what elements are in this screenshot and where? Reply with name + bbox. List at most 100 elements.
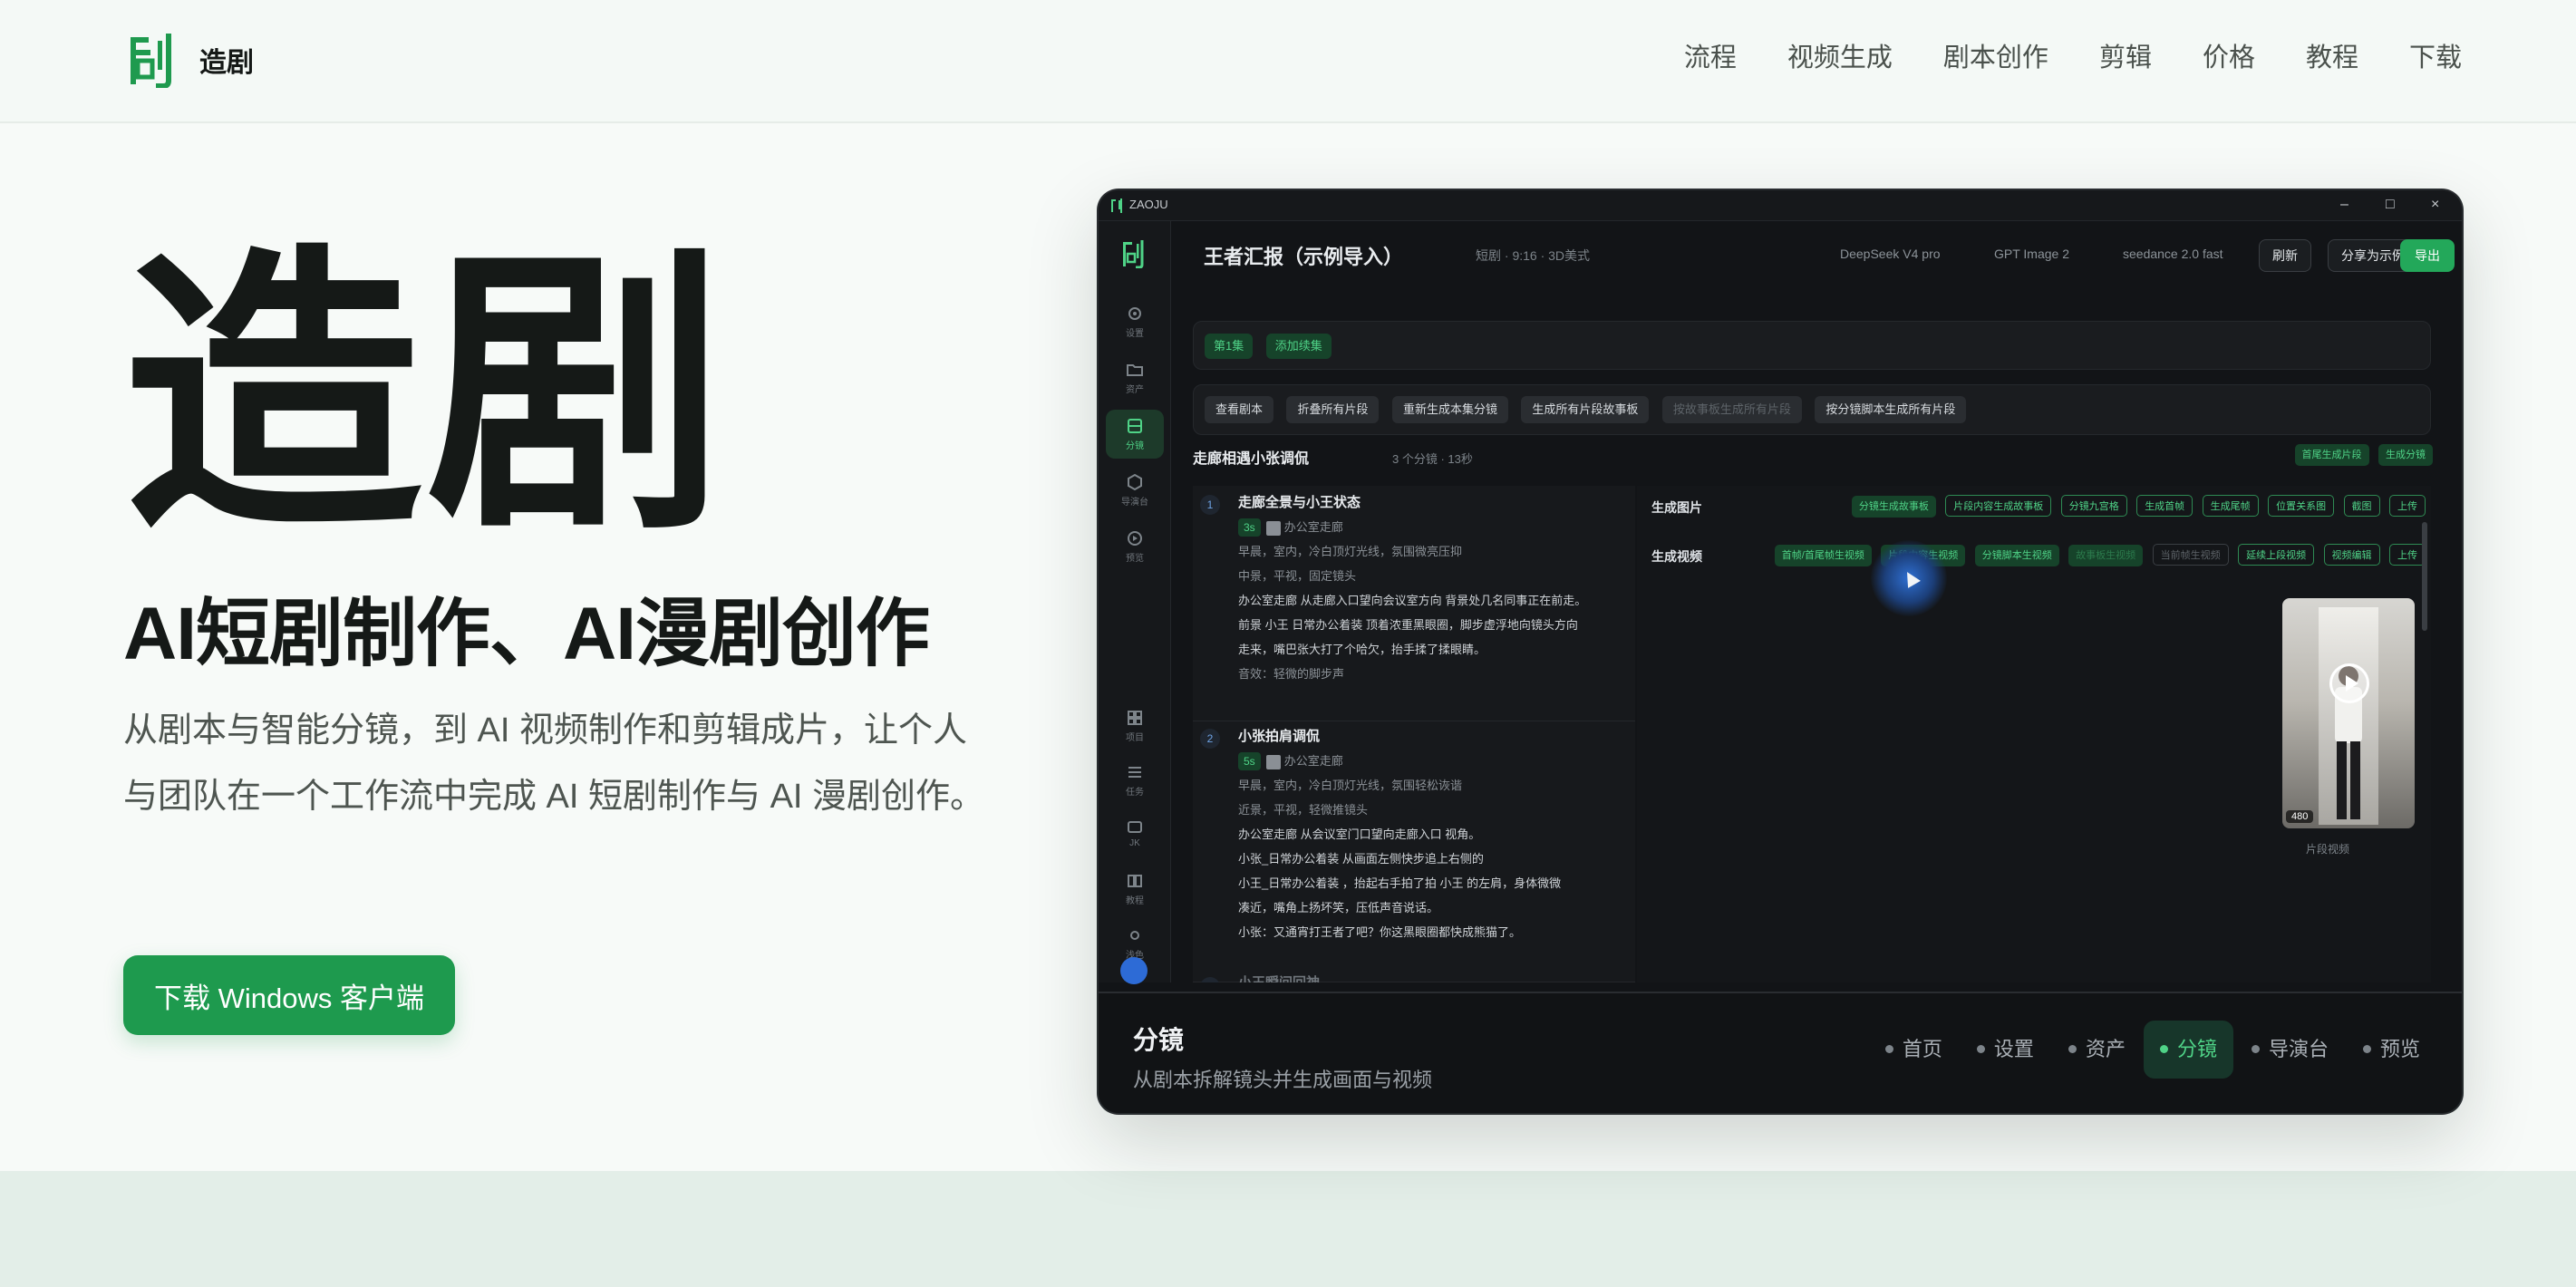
location-thumbnail: [1265, 520, 1281, 536]
refresh-button[interactable]: 刷新: [2259, 239, 2311, 272]
hero-title: 造剧: [123, 221, 729, 569]
duration-badge: 5s: [1238, 752, 1261, 770]
duration-badge: 3s: [1238, 518, 1261, 537]
list-item[interactable]: 2 小张拍肩调侃 5s 办公室走廊 早晨，室内，冷白顶灯光线，氛围轻松诙谐 近景，…: [1193, 725, 1635, 982]
dot-icon: [2251, 1044, 2260, 1053]
step-label: 资产: [2085, 1038, 2126, 1060]
rail-item-assets[interactable]: 资产: [1106, 353, 1164, 402]
shot-sound: 音效：轻微的脚步声: [1238, 667, 1345, 681]
step-director[interactable]: 导演台: [2235, 1021, 2345, 1079]
scene-title[interactable]: 走廊相遇小张调侃: [1193, 446, 1309, 468]
nav-download[interactable]: 下载: [2409, 36, 2462, 80]
app-logo-icon: [1111, 198, 1122, 213]
rail-item-storyboard[interactable]: 分镜: [1106, 410, 1164, 459]
scrollbar[interactable]: [2422, 522, 2427, 631]
last-frame-button[interactable]: 生成尾帧: [2202, 495, 2259, 517]
minimize-icon[interactable]: –: [2340, 196, 2348, 214]
play-icon[interactable]: [2329, 663, 2369, 703]
gen-all-storyboards-button[interactable]: 生成所有片段故事板: [1521, 396, 1650, 423]
add-episode-button[interactable]: 添加续集: [1265, 334, 1332, 359]
feature-subtitle: 从剧本拆解镜头并生成画面与视频: [1133, 1069, 1433, 1091]
video-edit-button[interactable]: 视频编辑: [2323, 544, 2380, 566]
dot-icon: [2362, 1044, 2371, 1053]
hero-subtitle: AI短剧制作、AI漫剧创作: [123, 593, 930, 675]
step-storyboard[interactable]: 分镜: [2143, 1021, 2233, 1079]
episode-tab[interactable]: 第1集: [1205, 334, 1254, 359]
rail-label: 资产: [1126, 385, 1144, 395]
step-label: 首页: [1902, 1038, 1942, 1060]
upload-image-button[interactable]: 上传: [2389, 495, 2426, 517]
step-preview[interactable]: 预览: [2347, 1021, 2436, 1079]
rail-item-jk[interactable]: JK: [1106, 810, 1164, 859]
gen-clip-button[interactable]: 首尾生成片段: [2294, 444, 2369, 466]
model-video[interactable]: seedance 2.0 fast: [2123, 247, 2223, 261]
list-item[interactable]: 1 走廊全景与小王状态 3s 办公室走廊 早晨，室内，冷白顶灯光线，氛围微亮压抑 …: [1193, 491, 1635, 721]
nav-video[interactable]: 视频生成: [1787, 36, 1893, 80]
shot-lighting: 早晨，室内，冷白顶灯光线，氛围微亮压抑: [1238, 545, 1463, 558]
nav-tutorial[interactable]: 教程: [2306, 36, 2358, 80]
video-caption: 片段视频: [2306, 843, 2350, 856]
rail-item-tutorial[interactable]: 教程: [1106, 865, 1164, 914]
nav-pricing[interactable]: 价格: [2203, 36, 2255, 80]
brand-name: 造剧: [199, 48, 254, 78]
view-script-button[interactable]: 查看剧本: [1205, 396, 1274, 423]
app-rail-logo-icon: [1123, 240, 1144, 268]
dot-icon: [1884, 1044, 1893, 1053]
step-label: 导演台: [2268, 1038, 2329, 1060]
step-settings[interactable]: 设置: [1961, 1021, 2050, 1079]
nav-script[interactable]: 剧本创作: [1943, 36, 2048, 80]
app-sidebar: 设置 资产 分镜 导演台 预览 项目 任务 JK 教程 浅色: [1099, 221, 1171, 984]
clip-video-thumbnail[interactable]: 480: [2282, 598, 2415, 828]
export-button[interactable]: 导出: [2400, 239, 2455, 272]
current-frame-video-button[interactable]: 当前帧生视频: [2152, 544, 2229, 566]
model-image[interactable]: GPT Image 2: [1994, 247, 2069, 261]
shot-lighting: 早晨，室内，冷白顶灯光线，氛围轻松诙谐: [1238, 779, 1463, 792]
position-map-button[interactable]: 位置关系图: [2268, 495, 2335, 517]
rail-item-preview[interactable]: 预览: [1106, 522, 1164, 571]
project-meta: 短剧 · 9:16 · 3D美式: [1476, 248, 1591, 263]
rail-item-tasks[interactable]: 任务: [1106, 756, 1164, 805]
script-to-video-button[interactable]: 分镜脚本生视频: [1974, 545, 2059, 566]
rail-item-projects[interactable]: 项目: [1106, 702, 1164, 750]
collapse-all-button[interactable]: 折叠所有片段: [1286, 396, 1380, 423]
grid-icon: [1128, 711, 1142, 725]
site-header: 造剧 流程 视频生成 剧本创作 剪辑 价格 教程 下载: [0, 0, 2576, 123]
storyboard-to-video-button[interactable]: 故事板生视频: [2068, 545, 2144, 566]
download-windows-button[interactable]: 下载 Windows 客户端: [123, 955, 455, 1035]
step-assets[interactable]: 资产: [2052, 1021, 2142, 1079]
regen-storyboard-button[interactable]: 重新生成本集分镜: [1391, 396, 1508, 423]
screenshot-button[interactable]: 截图: [2343, 495, 2380, 517]
gear-icon: [1128, 307, 1141, 320]
close-icon[interactable]: ×: [2431, 196, 2439, 214]
rail-item-settings[interactable]: 设置: [1106, 297, 1164, 346]
rail-label: JK: [1129, 838, 1140, 848]
feature-title: 分镜: [1133, 1026, 1185, 1054]
upload-video-button[interactable]: 上传: [2389, 544, 2426, 566]
nine-grid-button[interactable]: 分镜九宫格: [2060, 495, 2127, 517]
maximize-icon[interactable]: □: [2386, 196, 2395, 214]
avatar[interactable]: [1120, 957, 1148, 984]
gen-shots-button[interactable]: 生成分镜: [2378, 444, 2433, 466]
shot-detail: 小王_日常办公着装 ，抬起右手拍了拍 小王 的左肩，身体微微: [1238, 876, 1562, 890]
storyboard-gen-button[interactable]: 分镜生成故事板: [1851, 496, 1936, 518]
nav-edit[interactable]: 剪辑: [2099, 36, 2152, 80]
step-home[interactable]: 首页: [1869, 1021, 1959, 1079]
nav-flow[interactable]: 流程: [1684, 36, 1737, 80]
list-item[interactable]: 3 小王瞬间回神: [1193, 972, 1635, 982]
resolution-badge: 480: [2286, 810, 2314, 823]
gen-from-script-button[interactable]: 按分镜脚本生成所有片段: [1815, 396, 1967, 423]
clip-storyboard-button[interactable]: 片段内容生成故事板: [1945, 495, 2052, 517]
rail-label: 项目: [1126, 733, 1144, 743]
first-frame-button[interactable]: 生成首帧: [2136, 495, 2193, 517]
gen-from-storyboard-button[interactable]: 按故事板生成所有片段: [1661, 396, 1802, 423]
book-icon: [1128, 875, 1142, 887]
frame-to-video-button[interactable]: 首帧/首尾帧生视频: [1774, 545, 1872, 566]
storyboard-toolbar: 查看剧本 折叠所有片段 重新生成本集分镜 生成所有片段故事板 按故事板生成所有片…: [1193, 384, 2431, 435]
model-llm[interactable]: DeepSeek V4 pro: [1840, 247, 1941, 261]
step-label: 分镜: [2176, 1038, 2217, 1060]
rail-item-director[interactable]: 导演台: [1106, 466, 1164, 515]
window-titlebar: ZAOJU – □ ×: [1099, 190, 2462, 221]
logo-icon: [131, 34, 171, 88]
continue-video-button[interactable]: 延续上段视频: [2238, 544, 2315, 566]
brand[interactable]: 造剧: [129, 31, 254, 89]
